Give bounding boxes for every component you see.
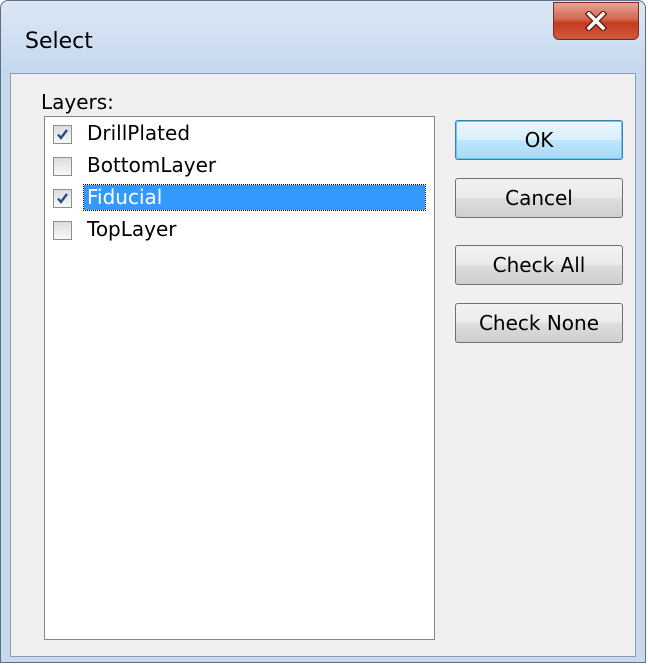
list-item-label: TopLayer xyxy=(87,217,177,241)
checkbox-drillplated[interactable] xyxy=(53,125,72,144)
list-item-label-selected: Fiducial xyxy=(83,184,426,211)
ok-button[interactable]: OK xyxy=(455,120,623,160)
check-all-button[interactable]: Check All xyxy=(455,245,623,285)
dialog-body: Layers: DrillPlated BottomLayer Fiducial… xyxy=(10,73,636,657)
close-button[interactable] xyxy=(553,2,639,40)
list-item-fiducial[interactable]: Fiducial xyxy=(45,182,434,214)
select-dialog: Select Layers: DrillPlated BottomLayer F… xyxy=(0,0,646,663)
checkmark-icon xyxy=(57,129,68,140)
close-icon xyxy=(585,11,607,31)
title-bar[interactable]: Select xyxy=(1,1,645,73)
check-none-button[interactable]: Check None xyxy=(455,303,623,343)
cancel-button[interactable]: Cancel xyxy=(455,178,623,218)
list-item-drillplated[interactable]: DrillPlated xyxy=(45,118,434,150)
checkbox-bottomlayer[interactable] xyxy=(53,157,72,176)
layers-checklist[interactable]: DrillPlated BottomLayer Fiducial TopLaye… xyxy=(44,116,435,640)
list-item-label: BottomLayer xyxy=(87,153,217,177)
window-title: Select xyxy=(25,29,93,54)
checkmark-icon xyxy=(57,193,68,204)
list-item-label: DrillPlated xyxy=(87,121,191,145)
checkbox-fiducial[interactable] xyxy=(53,189,72,208)
list-item-toplayer[interactable]: TopLayer xyxy=(45,214,434,246)
layers-label: Layers: xyxy=(41,90,114,114)
list-item-bottomlayer[interactable]: BottomLayer xyxy=(45,150,434,182)
checkbox-toplayer[interactable] xyxy=(53,221,72,240)
